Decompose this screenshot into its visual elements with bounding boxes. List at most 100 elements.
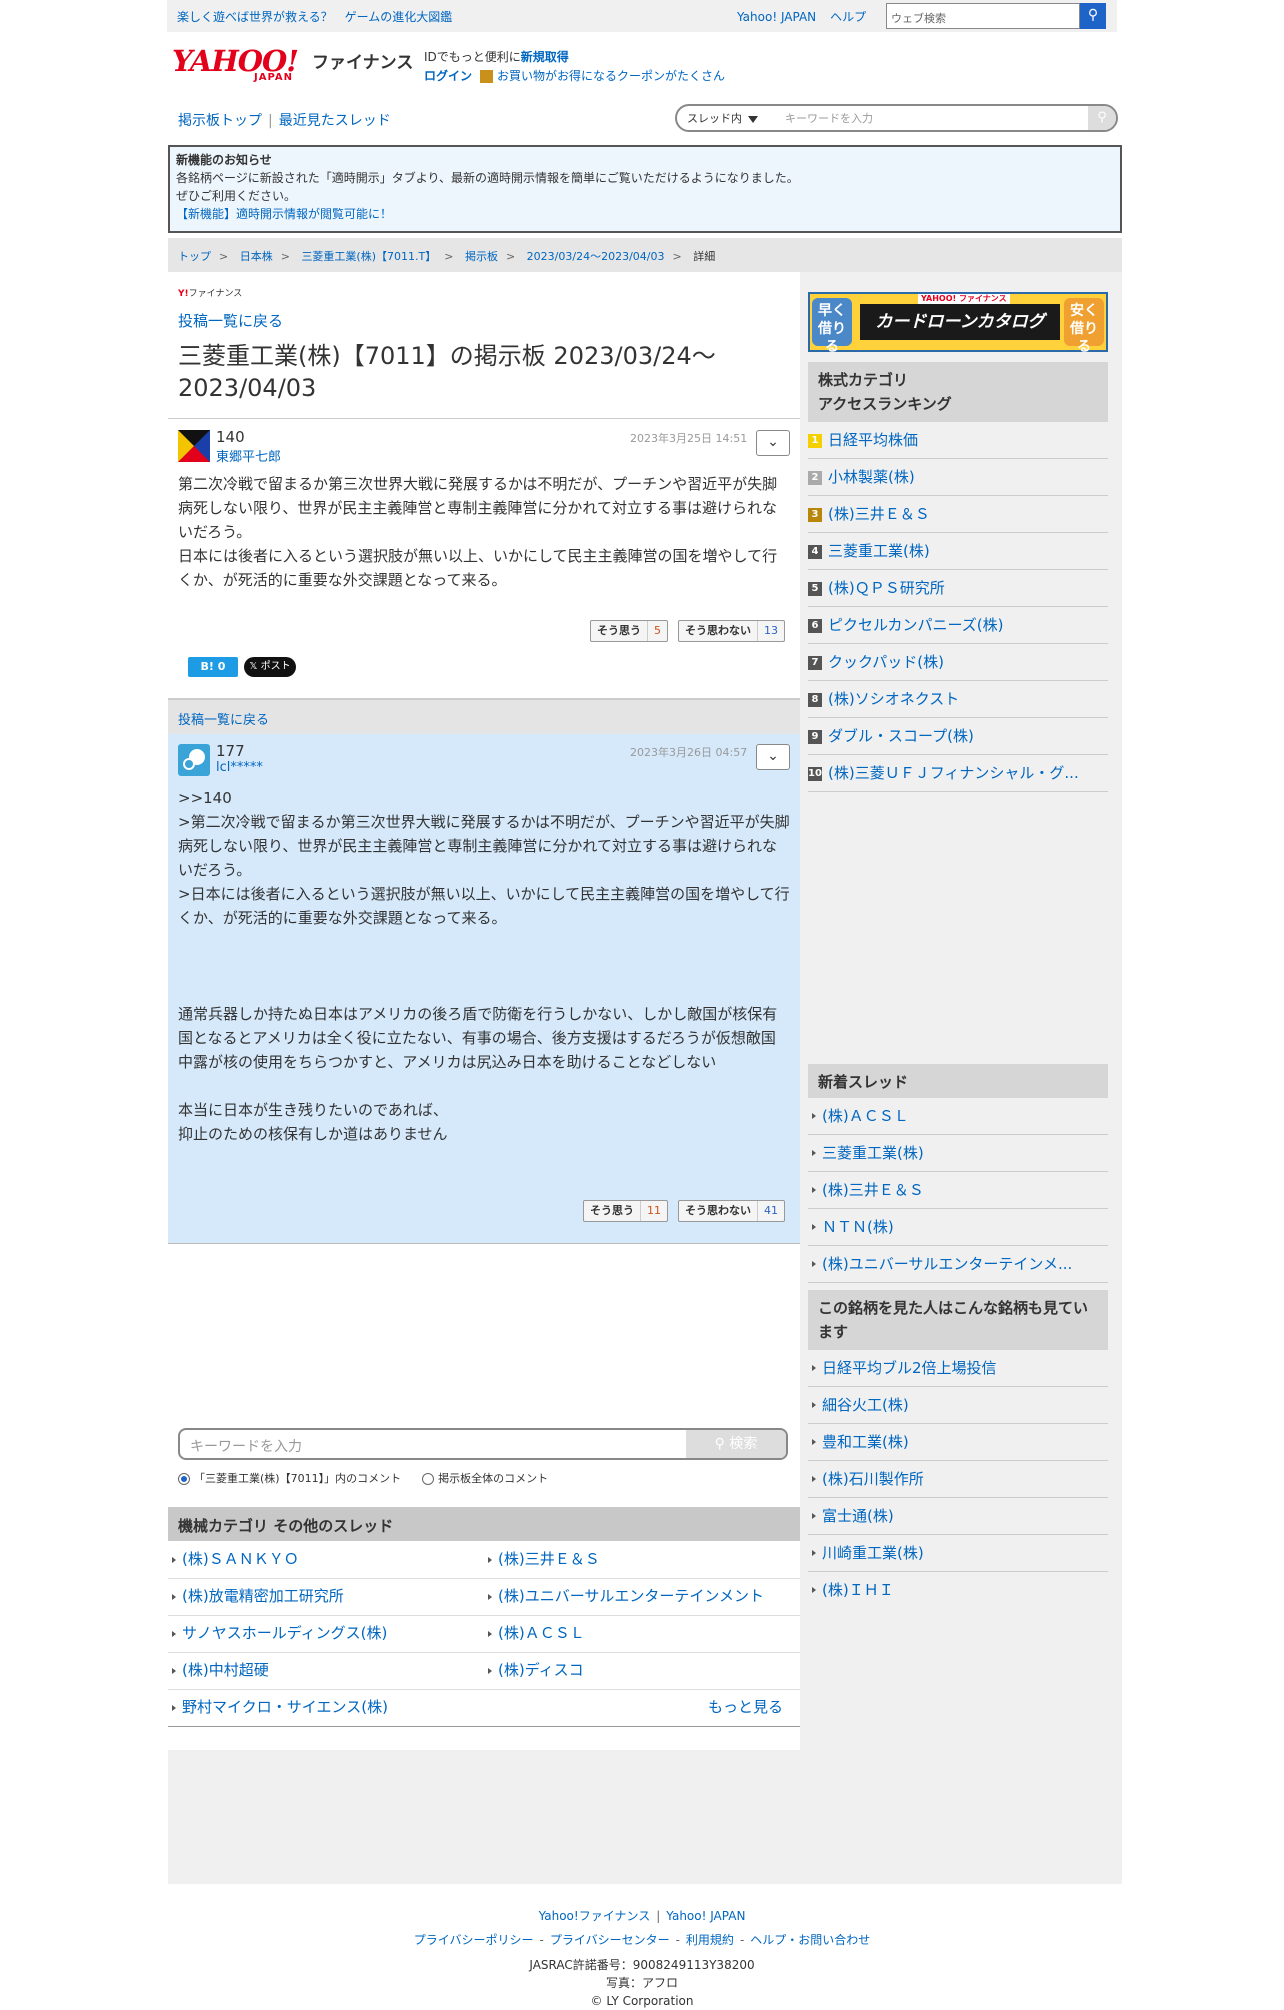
thread-search-input[interactable]: キーワードを入力 — [785, 110, 873, 126]
post-number[interactable]: 140 — [216, 428, 245, 446]
thread-link[interactable]: (株)ＡＣＳＬ — [484, 1615, 585, 1652]
footer-yj-link[interactable]: Yahoo! JAPAN — [666, 1909, 745, 1923]
breadcrumb: トップ > 日本株 > 三菱重工業(株)【7011.T】 > 掲示板 > 2023/03… — [168, 238, 1122, 272]
thread-link[interactable]: (株)ユニバーサルエンターテインメント — [484, 1578, 764, 1615]
post-body: >>140 >第二次冷戦で留まるか第三次世界大戦に発展するかは不明だが、プーチン… — [178, 789, 790, 1143]
terms-link[interactable]: 利用規約 — [686, 1933, 734, 1947]
thread-link[interactable]: (株)ディスコ — [484, 1652, 584, 1689]
agree-button[interactable]: そう思う 5 — [590, 620, 668, 642]
page-title: 三菱重工業(株)【7011】の掲示板 2023/03/24〜2023/04/03 — [178, 342, 716, 402]
radio-all-boards[interactable] — [422, 1473, 435, 1485]
chevron-down-icon[interactable]: ⌄ — [756, 430, 790, 456]
post-user[interactable]: lcl***** — [216, 760, 263, 775]
new-threads-heading: 新着スレッド — [808, 1064, 1108, 1098]
radio-this-board[interactable] — [178, 1473, 190, 1485]
ranking-item[interactable]: 6 ピクセルカンパニーズ(株) — [808, 607, 1108, 644]
post-user[interactable]: 東郷平七郎 — [216, 446, 281, 465]
x-post-button[interactable]: 𝕏 ポスト — [244, 657, 296, 677]
search-icon[interactable]: ⚲ — [1088, 106, 1116, 130]
thread-link[interactable]: サノヤスホールディングス(株) — [168, 1615, 387, 1652]
post-date: 2023年3月26日 04:57 — [630, 746, 748, 759]
back-to-list-bar: 投稿一覧に戻る — [168, 698, 800, 734]
also-viewed-link[interactable]: 細谷火工(株) — [808, 1387, 1108, 1424]
also-viewed-link[interactable]: (株)ＩＨＩ — [808, 1572, 1108, 1609]
privacy-policy-link[interactable]: プライバシーポリシー — [414, 1933, 534, 1947]
thread-link[interactable]: (株)放電精密加工研究所 — [168, 1578, 344, 1615]
also-viewed-link[interactable]: 豊和工業(株) — [808, 1424, 1108, 1461]
privacy-center-link[interactable]: プライバシーセンター — [550, 1933, 670, 1947]
back-to-list-link[interactable]: 投稿一覧に戻る — [178, 713, 269, 728]
new-thread-link[interactable]: 三菱重工業(株) — [808, 1135, 1108, 1172]
back-to-list-link[interactable]: 投稿一覧に戻る — [178, 310, 283, 331]
crumb-board[interactable]: 掲示板 — [465, 250, 498, 263]
ranking-item[interactable]: 1 日経平均株価 — [808, 422, 1108, 459]
ranking-item[interactable]: 5 (株)ＱＰＳ研究所 — [808, 570, 1108, 607]
post-item: 140 東郷平七郎 2023年3月25日 14:51 ⌄ 第二次冷戦で留まるか第… — [168, 418, 800, 698]
comment-search-button[interactable]: ⚲ 検索 — [686, 1430, 786, 1458]
also-viewed-link[interactable]: 川崎重工業(株) — [808, 1535, 1108, 1572]
crumb-top[interactable]: トップ — [178, 250, 211, 263]
disagree-button[interactable]: そう思わない 41 — [678, 1200, 785, 1222]
also-viewed-link[interactable]: 富士通(株) — [808, 1498, 1108, 1535]
thread-link[interactable]: (株)ＳＡＮＫＹＯ — [168, 1541, 299, 1578]
also-viewed-link[interactable]: 日経平均ブル2倍上場投信 — [808, 1350, 1108, 1387]
new-thread-link[interactable]: ＮＴＮ(株) — [808, 1209, 1108, 1246]
crumb-period[interactable]: 2023/03/24〜2023/04/03 — [527, 250, 665, 263]
other-threads-heading: 機械カテゴリ その他のスレッド — [168, 1507, 800, 1541]
new-thread-link[interactable]: (株)ユニバーサルエンターテインメ... — [808, 1246, 1108, 1283]
search-icon[interactable]: ⚲ — [1080, 3, 1106, 29]
ranking-item[interactable]: 9 ダブル・スコープ(株) — [808, 718, 1108, 755]
comment-search-input[interactable]: キーワードを入力 — [190, 1436, 302, 1456]
help-link[interactable]: ヘルプ — [830, 10, 866, 24]
help-contact-link[interactable]: ヘルプ・お問い合わせ — [750, 1933, 870, 1947]
notice-link[interactable]: 【新機能】適時開示情報が閲覧可能に！ — [176, 205, 1114, 223]
more-threads-link[interactable]: もっと見る — [708, 1689, 783, 1726]
hatena-bookmark-button[interactable]: B! 0 — [188, 657, 238, 677]
notice-title: 新機能のお知らせ — [176, 153, 272, 167]
yahoo-japan-link[interactable]: Yahoo! JAPAN — [737, 10, 816, 24]
disagree-button[interactable]: そう思わない 13 — [678, 620, 785, 642]
notice-text-2: ぜひご利用ください。 — [176, 189, 297, 203]
search-icon: ⚲ — [714, 1436, 730, 1452]
ranking-heading: 株式カテゴリ アクセスランキング — [808, 362, 1108, 422]
footer-finance-link[interactable]: Yahoo!ファイナンス — [539, 1909, 651, 1923]
agree-button[interactable]: そう思う 11 — [583, 1200, 668, 1222]
new-thread-link[interactable]: (株)三井Ｅ＆Ｓ — [808, 1172, 1108, 1209]
login-link[interactable]: ログイン — [424, 69, 472, 83]
footer: Yahoo!ファイナンス | Yahoo! JAPAN プライバシーポリシー - プライ… — [0, 1904, 1284, 2010]
ranking-item[interactable]: 7 クックパッド(株) — [808, 644, 1108, 681]
yahoo-logo[interactable]: YAHOO! JAPAN — [172, 46, 312, 86]
ranking-item[interactable]: 3 (株)三井Ｅ＆Ｓ — [808, 496, 1108, 533]
finance-wordmark[interactable]: ファイナンス — [312, 48, 413, 73]
ranking-item[interactable]: 10 (株)三菱ＵＦＪフィナンシャル・グ... — [808, 755, 1108, 792]
signup-link[interactable]: 新規取得 — [521, 50, 569, 64]
post-number[interactable]: 177 — [216, 742, 245, 760]
avatar[interactable] — [178, 430, 210, 462]
recent-threads-link[interactable]: 最近見たスレッド — [279, 113, 391, 129]
crumb-jp-stocks[interactable]: 日本株 — [240, 250, 273, 263]
thread-search-box: スレッド内 キーワードを入力 ⚲ — [675, 104, 1118, 132]
board-top-link[interactable]: 掲示板トップ — [178, 113, 262, 129]
ranking-item[interactable]: 4 三菱重工業(株) — [808, 533, 1108, 570]
avatar[interactable] — [178, 744, 210, 776]
board-nav: 掲示板トップ | 最近見たスレッド — [178, 113, 391, 129]
card-loan-ad-banner[interactable]: 早く借りる YAHOO! ファイナンス カードローンカタログ 安く借りる — [808, 292, 1108, 355]
web-search-input[interactable]: ウェブ検索 — [886, 3, 1080, 29]
chevron-down-icon[interactable]: ⌄ — [756, 744, 790, 770]
top-bar: 楽しく遊べば世界が救える？ ゲームの進化大図鑑 Yahoo! JAPAN ヘルプ ウ… — [167, 0, 1117, 32]
thread-link[interactable]: (株)三井Ｅ＆Ｓ — [484, 1541, 600, 1578]
thread-link[interactable]: 野村マイクロ・サイエンス(株) — [168, 1689, 388, 1726]
crumb-current: 詳細 — [693, 250, 716, 263]
thread-link[interactable]: (株)中村超硬 — [168, 1652, 269, 1689]
coupon-link[interactable]: お買い物がお得になるクーポンがたくさん — [497, 69, 725, 83]
promo-link-2[interactable]: ゲームの進化大図鑑 — [345, 10, 453, 24]
ranking-item[interactable]: 8 (株)ソシオネクスト — [808, 681, 1108, 718]
coupon-icon — [480, 70, 494, 83]
new-thread-link[interactable]: (株)ＡＣＳＬ — [808, 1098, 1108, 1135]
crumb-stock[interactable]: 三菱重工業(株)【7011.T】 — [301, 250, 436, 263]
also-viewed-heading: この銘柄を見た人はこんな銘柄も見ています — [808, 1290, 1108, 1350]
promo-link-1[interactable]: 楽しく遊べば世界が救える？ — [177, 10, 333, 24]
also-viewed-link[interactable]: (株)石川製作所 — [808, 1461, 1108, 1498]
search-scope-select[interactable]: スレッド内 — [687, 109, 758, 129]
ranking-item[interactable]: 2 小林製薬(株) — [808, 459, 1108, 496]
